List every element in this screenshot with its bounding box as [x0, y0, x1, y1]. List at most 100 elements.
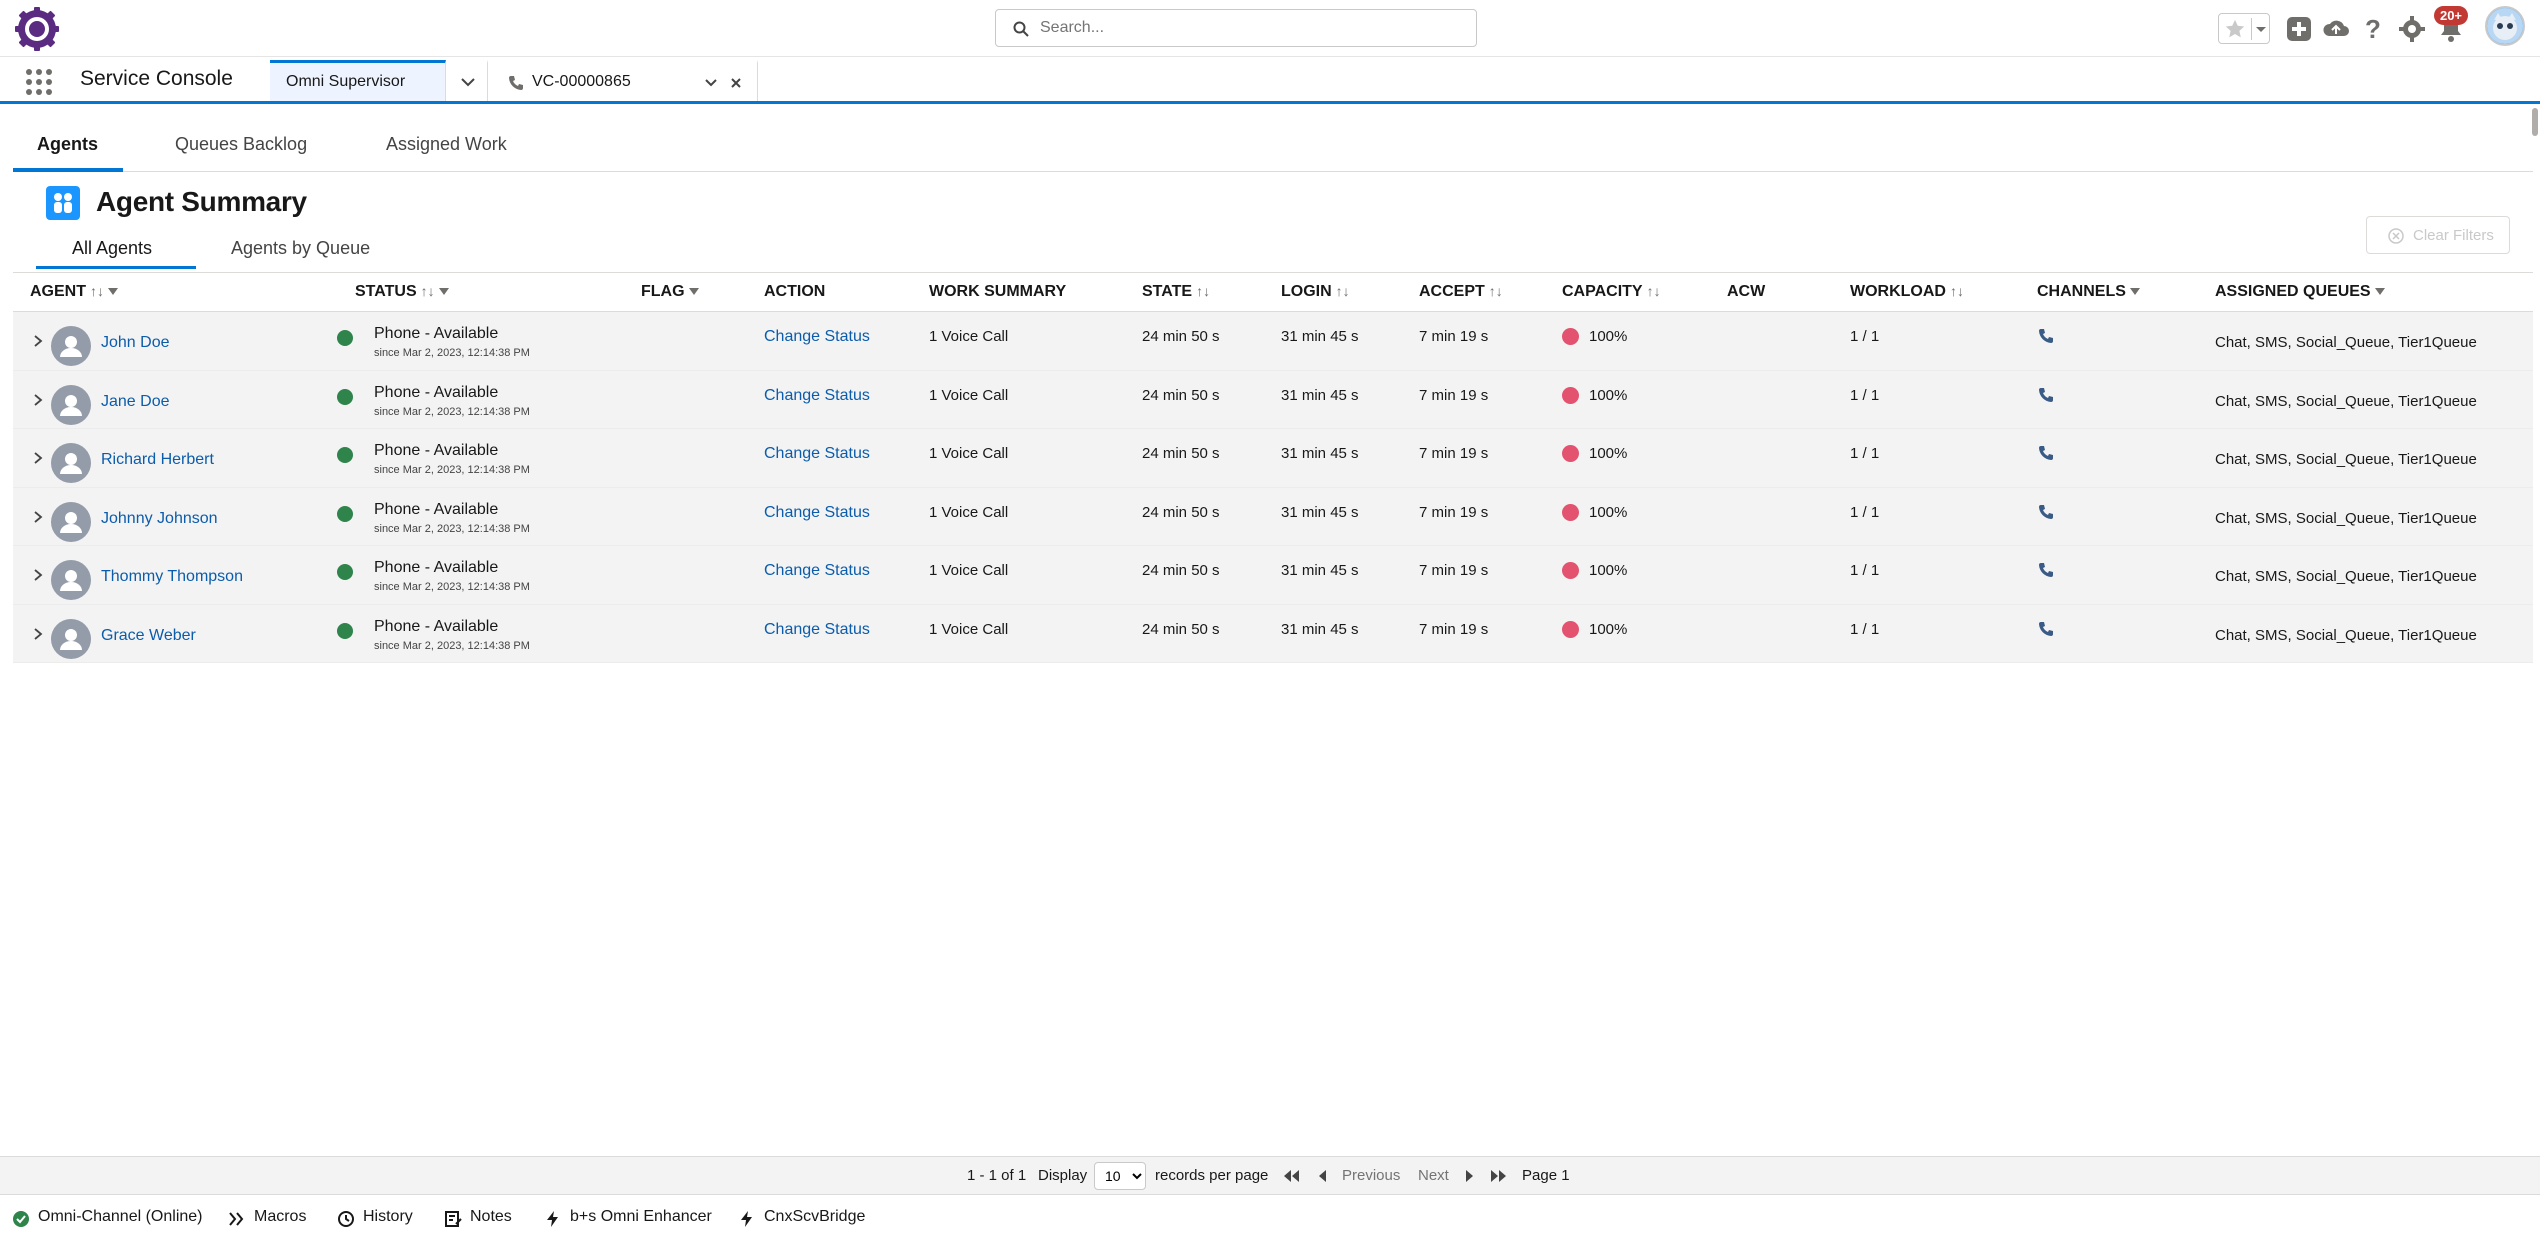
filter-caret-icon[interactable]	[2374, 288, 2385, 296]
column-header-login[interactable]: LOGIN ↑↓	[1281, 283, 1350, 301]
per-page-label: records per page	[1155, 1167, 1269, 1184]
accept-duration: 7 min 19 s	[1419, 562, 1489, 579]
column-header-workload[interactable]: WORKLOAD ↑↓	[1850, 283, 1964, 301]
setup-gear-icon[interactable]	[2397, 14, 2427, 44]
column-header-action: ACTION	[764, 283, 825, 301]
utility-label: History	[363, 1208, 413, 1225]
expand-row-chevron-icon[interactable]	[33, 451, 43, 465]
lightning-bolt-icon	[547, 1211, 558, 1227]
tab-queues-backlog[interactable]: Queues Backlog	[175, 134, 307, 155]
phone-channel-icon	[2039, 504, 2053, 519]
sort-icon[interactable]: ↑↓	[1196, 283, 1210, 299]
console-tab-omni-supervisor[interactable]: Omni Supervisor	[270, 60, 446, 101]
previous-page-icon[interactable]	[1316, 1168, 1328, 1184]
agent-summary-icon	[46, 186, 80, 220]
expand-row-chevron-icon[interactable]	[33, 510, 43, 524]
tab-agents-by-queue[interactable]: Agents by Queue	[231, 238, 370, 259]
expand-row-chevron-icon[interactable]	[33, 627, 43, 641]
agent-name-link[interactable]: Grace Weber	[101, 627, 196, 645]
agent-name-link[interactable]: Johnny Johnson	[101, 510, 218, 528]
tab-assigned-work[interactable]: Assigned Work	[386, 134, 507, 155]
macros-chevrons-icon	[229, 1212, 244, 1226]
sort-icon[interactable]: ↑↓	[90, 283, 104, 299]
sort-icon[interactable]: ↑↓	[1336, 283, 1350, 299]
sort-icon[interactable]: ↑↓	[1950, 283, 1964, 299]
change-status-link[interactable]: Change Status	[764, 562, 870, 580]
agent-name-link[interactable]: Richard Herbert	[101, 451, 214, 469]
tab-agents[interactable]: Agents	[37, 134, 98, 155]
help-icon[interactable]: ?	[2358, 14, 2388, 44]
vertical-scrollbar[interactable]	[2530, 104, 2540, 140]
agent-name-link[interactable]: John Doe	[101, 334, 170, 352]
work-summary: 1 Voice Call	[929, 620, 1009, 638]
change-status-link[interactable]: Change Status	[764, 445, 870, 463]
next-button[interactable]: Next	[1418, 1167, 1449, 1184]
column-header-flag[interactable]: FLAG	[641, 283, 699, 301]
notes-icon	[445, 1211, 462, 1227]
global-actions-plus-icon[interactable]	[2284, 14, 2314, 44]
last-page-icon[interactable]	[1488, 1168, 1508, 1184]
change-status-link[interactable]: Change Status	[764, 621, 870, 639]
favorites-button-group[interactable]	[2218, 13, 2270, 44]
scrollbar-thumb[interactable]	[2532, 108, 2538, 136]
page-size-select[interactable]: 10	[1094, 1162, 1146, 1190]
phone-channel-icon	[2039, 563, 2053, 577]
change-status-link[interactable]: Change Status	[764, 328, 870, 346]
column-header-state[interactable]: STATE ↑↓	[1142, 283, 1210, 301]
column-header-agent[interactable]: AGENT ↑↓	[30, 283, 118, 301]
chevron-down-icon[interactable]	[704, 78, 718, 88]
filter-caret-icon[interactable]	[2129, 288, 2140, 296]
star-icon[interactable]	[2224, 18, 2246, 40]
column-header-label: AGENT	[30, 283, 86, 300]
tab-overflow-dropdown[interactable]	[446, 60, 488, 101]
column-header-accept[interactable]: ACCEPT ↑↓	[1419, 283, 1503, 301]
user-profile-avatar[interactable]	[2485, 6, 2525, 46]
global-search[interactable]	[995, 9, 1477, 47]
previous-button[interactable]: Previous	[1342, 1167, 1400, 1184]
expand-row-chevron-icon[interactable]	[33, 334, 43, 348]
login-duration: 31 min 45 s	[1281, 503, 1359, 521]
table-row: Jane Doe Phone - Available since Mar 2, …	[13, 370, 2533, 429]
agent-status: Phone - Available	[374, 325, 499, 342]
app-logo-gear-icon[interactable]	[14, 6, 60, 52]
workload-value: 1 / 1	[1850, 328, 1880, 345]
filter-caret-icon[interactable]	[108, 288, 118, 296]
expand-row-chevron-icon[interactable]	[33, 568, 43, 582]
change-status-link[interactable]: Change Status	[764, 504, 870, 522]
login-duration: 31 min 45 s	[1281, 386, 1359, 404]
filter-caret-icon[interactable]	[688, 288, 699, 296]
trailhead-cloud-icon[interactable]	[2321, 14, 2351, 44]
utility-label: Omni-Channel (Online)	[38, 1208, 203, 1225]
column-header-channels[interactable]: CHANNELS	[2037, 283, 2140, 301]
agent-name-link[interactable]: Jane Doe	[101, 393, 170, 411]
utility-label: b+s Omni Enhancer	[570, 1208, 712, 1225]
column-header-assigned-queues[interactable]: ASSIGNED QUEUES	[2215, 283, 2385, 301]
first-page-icon[interactable]	[1282, 1168, 1302, 1184]
sort-icon[interactable]: ↑↓	[421, 283, 435, 299]
search-input[interactable]	[1040, 12, 1460, 44]
assigned-queues: Chat, SMS, Social_Queue, Tier1Queue	[2215, 509, 2477, 527]
console-tab-voice-call[interactable]: VC-00000865	[488, 60, 758, 101]
sort-icon[interactable]: ↑↓	[1489, 283, 1503, 299]
sort-icon[interactable]: ↑↓	[1647, 283, 1661, 299]
column-header-acw: ACW	[1727, 283, 1765, 301]
status-since: since Mar 2, 2023, 12:14:38 PM	[374, 405, 530, 418]
change-status-link[interactable]: Change Status	[764, 387, 870, 405]
status-available-dot	[337, 388, 353, 405]
close-tab-icon[interactable]	[730, 77, 742, 89]
display-label: Display	[1038, 1167, 1088, 1184]
next-page-icon[interactable]	[1464, 1168, 1476, 1184]
workload-value: 1 / 1	[1850, 445, 1880, 462]
agent-status: Phone - Available	[374, 617, 499, 635]
tab-all-agents[interactable]: All Agents	[72, 238, 152, 259]
agent-name-link[interactable]: Thommy Thompson	[101, 568, 243, 586]
app-launcher-waffle-icon[interactable]	[24, 67, 54, 97]
table-row: John Doe Phone - Available since Mar 2, …	[13, 312, 2533, 371]
favorites-dropdown[interactable]	[2251, 18, 2269, 40]
expand-row-chevron-icon[interactable]	[33, 393, 43, 407]
column-header-capacity[interactable]: CAPACITY ↑↓	[1562, 283, 1661, 301]
column-header-status[interactable]: STATUS ↑↓	[355, 283, 449, 301]
page-title: Agent Summary	[96, 186, 307, 217]
chevron-down-icon	[2256, 27, 2266, 32]
filter-caret-icon[interactable]	[438, 288, 449, 296]
